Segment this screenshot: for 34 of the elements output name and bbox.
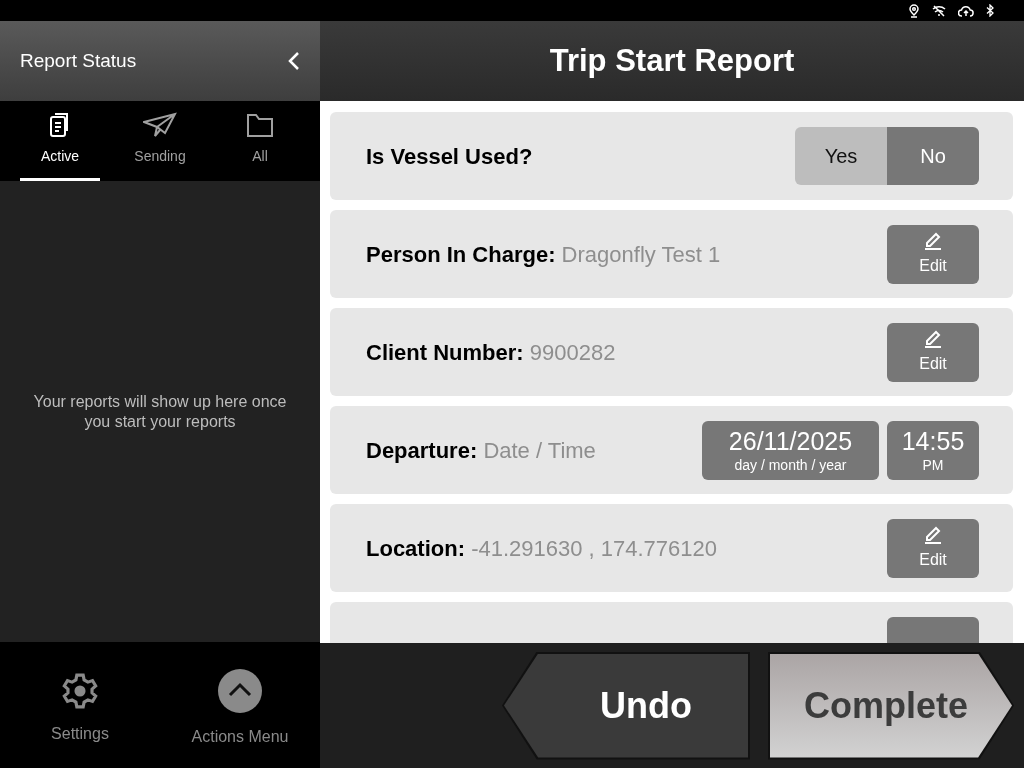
date-button[interactable]: 26/11/2025 day / month / year: [702, 420, 879, 480]
cloud-upload-icon: [958, 4, 974, 17]
edit-button[interactable]: Edit: [887, 322, 979, 382]
sidebar-title: Report Status: [20, 48, 137, 73]
field-label: Is Vessel Used?: [366, 142, 533, 171]
empty-message: Your reports will show up here once you start your reports: [32, 391, 288, 432]
edit-button[interactable]: Edit: [887, 518, 979, 578]
toggle-option[interactable]: Yes: [795, 127, 887, 185]
complete-button[interactable]: Complete: [768, 651, 1014, 760]
sidebar-tab[interactable]: All: [220, 101, 300, 181]
bluetooth-icon: [986, 4, 994, 17]
sidebar-tab[interactable]: Sending: [120, 101, 200, 181]
document-icon: [49, 112, 71, 138]
pencil-icon: [922, 230, 944, 250]
field-label: Client Number: 9900282: [366, 338, 616, 367]
folder-icon: [246, 112, 274, 138]
time-button[interactable]: 14:55 PM: [887, 420, 979, 480]
paper-plane-icon: [143, 112, 177, 138]
settings-icon: [61, 672, 99, 710]
toggle-option[interactable]: No: [887, 127, 979, 185]
edit-button[interactable]: Edit: [887, 224, 979, 284]
back-icon[interactable]: [288, 51, 300, 71]
chevron-up-icon: [218, 669, 262, 713]
wifi-off-icon: [932, 4, 946, 17]
field-label: Location: -41.291630 , 174.776120: [366, 534, 717, 563]
pencil-icon: [922, 328, 944, 348]
pencil-icon: [922, 524, 944, 544]
page-title: Trip Start Report: [549, 41, 795, 80]
footer-button[interactable]: Settings: [0, 664, 160, 746]
field-label: Person In Charge: Dragonfly Test 1: [366, 240, 721, 269]
location-icon: [908, 3, 920, 18]
footer-button[interactable]: Actions Menu: [160, 661, 320, 749]
undo-button[interactable]: Undo: [502, 651, 750, 760]
field-label: Departure: Date / Time: [366, 436, 596, 465]
